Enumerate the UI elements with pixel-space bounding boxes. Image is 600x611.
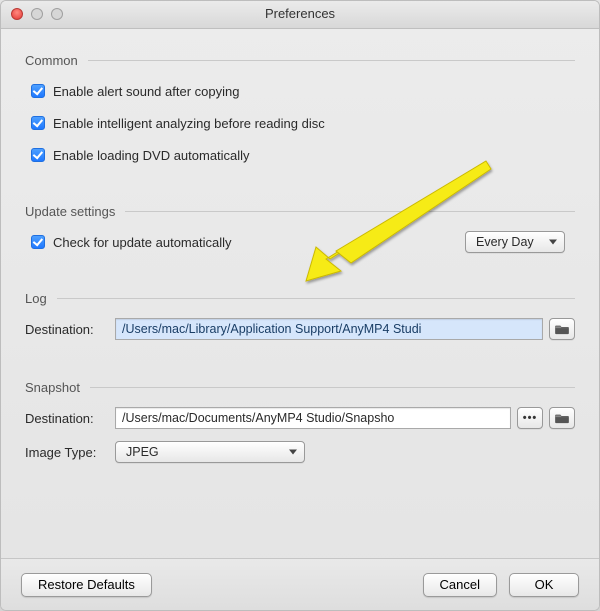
- preferences-window: Preferences Common Enable alert sound af…: [0, 0, 600, 611]
- group-label-update: Update settings: [25, 204, 125, 219]
- group-label-log: Log: [25, 291, 57, 306]
- label-auto-update: Check for update automatically: [53, 235, 231, 250]
- titlebar: Preferences: [1, 1, 599, 29]
- divider: [57, 298, 575, 299]
- button-bar: Restore Defaults Cancel OK: [1, 558, 599, 610]
- label-load-dvd: Enable loading DVD automatically: [53, 148, 250, 163]
- select-value: Every Day: [476, 235, 534, 249]
- restore-defaults-button[interactable]: Restore Defaults: [21, 573, 152, 597]
- group-label-common: Common: [25, 53, 88, 68]
- checkbox-auto-update[interactable]: [31, 235, 45, 249]
- label-alert-sound: Enable alert sound after copying: [53, 84, 239, 99]
- select-value: JPEG: [126, 445, 159, 459]
- group-log: Log Destination:: [21, 281, 579, 352]
- divider: [125, 211, 575, 212]
- browse-log-folder-button[interactable]: [549, 318, 575, 340]
- input-snapshot-destination[interactable]: [115, 407, 511, 429]
- group-common: Common Enable alert sound after copying …: [21, 43, 579, 176]
- close-icon[interactable]: [11, 8, 23, 20]
- ok-button[interactable]: OK: [509, 573, 579, 597]
- label-image-type: Image Type:: [25, 445, 115, 460]
- select-image-type[interactable]: JPEG: [115, 441, 305, 463]
- label-intelligent-analyze: Enable intelligent analyzing before read…: [53, 116, 325, 131]
- folder-icon: [555, 412, 569, 424]
- group-update: Update settings Check for update automat…: [21, 194, 579, 263]
- divider: [88, 60, 575, 61]
- select-update-frequency[interactable]: Every Day: [465, 231, 565, 253]
- label-log-destination: Destination:: [25, 322, 115, 337]
- checkbox-intelligent-analyze[interactable]: [31, 116, 45, 130]
- minimize-icon: [31, 8, 43, 20]
- cancel-button[interactable]: Cancel: [423, 573, 497, 597]
- content-area: Common Enable alert sound after copying …: [1, 29, 599, 475]
- folder-icon: [555, 323, 569, 335]
- zoom-icon: [51, 8, 63, 20]
- snapshot-destination-more-button[interactable]: •••: [517, 407, 543, 429]
- input-log-destination[interactable]: [115, 318, 543, 340]
- browse-snapshot-folder-button[interactable]: [549, 407, 575, 429]
- checkbox-load-dvd[interactable]: [31, 148, 45, 162]
- label-snapshot-destination: Destination:: [25, 411, 115, 426]
- window-controls: [11, 8, 63, 20]
- divider: [90, 387, 575, 388]
- checkbox-alert-sound[interactable]: [31, 84, 45, 98]
- group-label-snapshot: Snapshot: [25, 380, 90, 395]
- ellipsis-icon: •••: [523, 412, 538, 424]
- group-snapshot: Snapshot Destination: ••• Image Type:: [21, 370, 579, 475]
- window-title: Preferences: [265, 6, 335, 21]
